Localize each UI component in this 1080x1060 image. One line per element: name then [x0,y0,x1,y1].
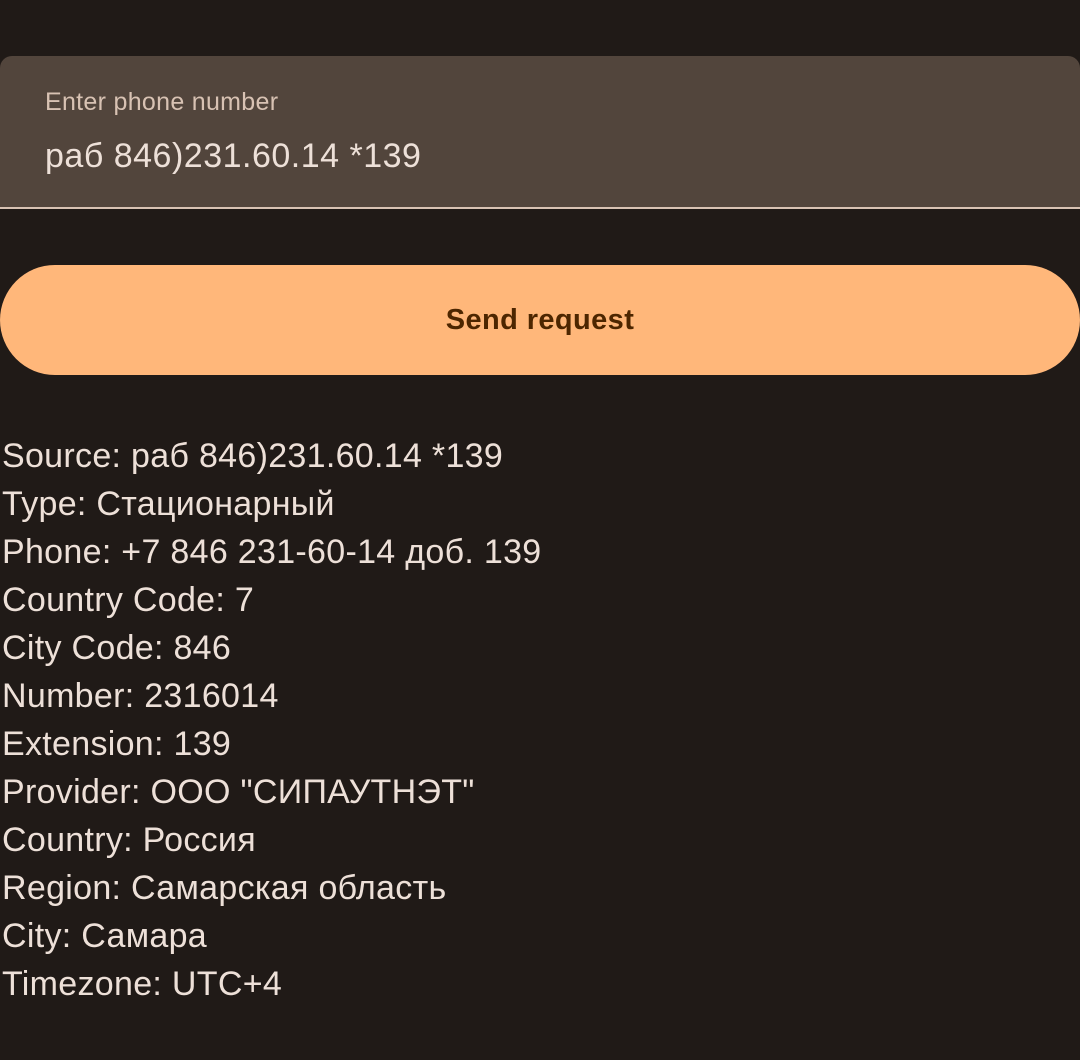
result-list: Source: раб 846)231.60.14 *139 Type: Ста… [2,432,542,1008]
phone-number-input[interactable] [45,132,1035,180]
result-provider: Provider: ООО "СИПАУТНЭТ" [2,773,475,811]
result-source: Source: раб 846)231.60.14 *139 [2,437,504,475]
result-timezone: Timezone: UTC+4 [2,965,283,1003]
phone-number-label: Enter phone number [45,88,279,116]
result-type: Type: Стационарный [2,485,335,523]
send-request-button[interactable]: Send request [0,265,1080,375]
phone-number-field[interactable]: Enter phone number [0,56,1080,209]
result-city: City: Самара [2,917,207,955]
result-phone: Phone: +7 846 231-60-14 доб. 139 [2,533,542,571]
result-extension: Extension: 139 [2,725,232,763]
result-country-code: Country Code: 7 [2,581,255,619]
result-number: Number: 2316014 [2,677,279,715]
field-underline [0,207,1080,209]
result-country: Country: Россия [2,821,256,859]
result-region: Region: Самарская область [2,869,447,907]
result-city-code: City Code: 846 [2,629,232,667]
